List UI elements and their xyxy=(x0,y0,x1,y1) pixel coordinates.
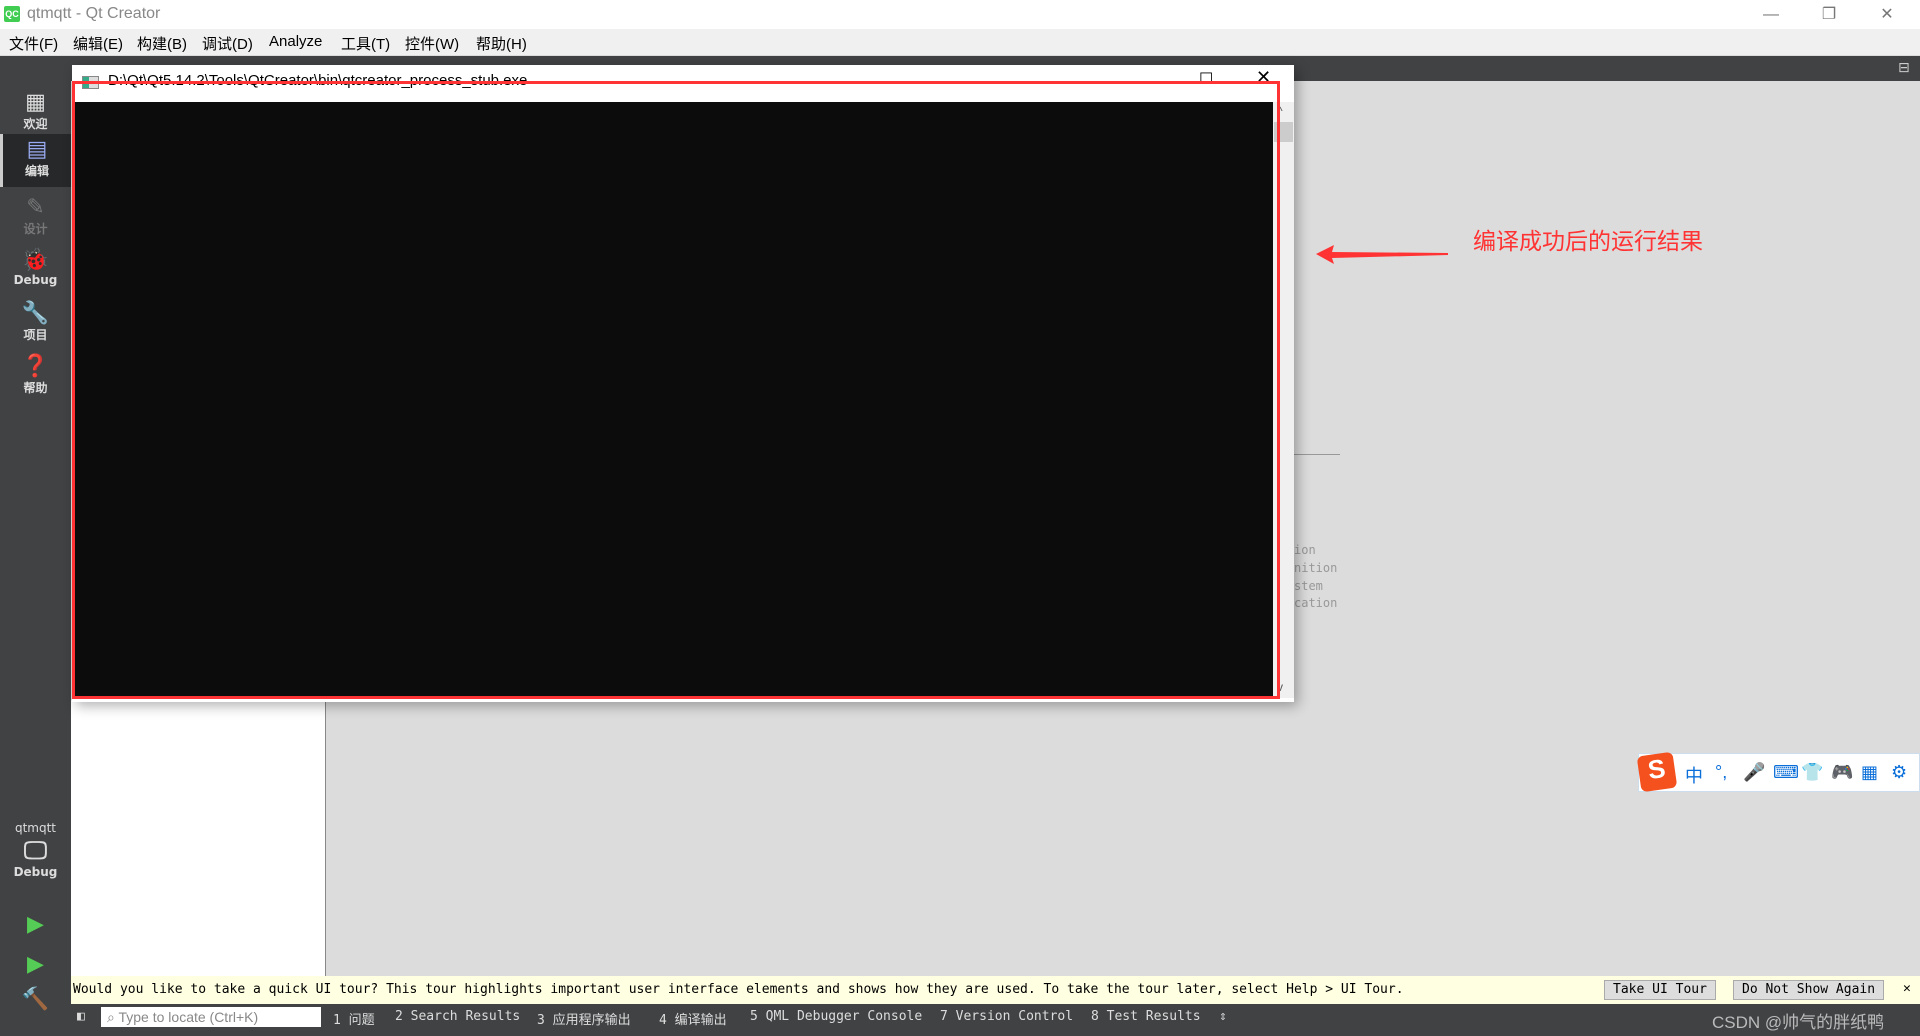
pane-version-control[interactable]: 7 Version Control xyxy=(940,1009,1073,1024)
tour-message: Would you like to take a quick UI tour? … xyxy=(73,982,1404,997)
project-panel xyxy=(71,700,326,976)
split-icon[interactable]: ⊟ xyxy=(1898,59,1910,76)
menu-help[interactable]: 帮助(H) xyxy=(476,33,527,54)
build-button[interactable]: 🔨 xyxy=(0,988,71,1012)
bug-icon: 🐞 xyxy=(21,248,50,273)
grid-icon: ▦ xyxy=(25,90,46,115)
sidebar-item-debug[interactable]: 🐞 Debug xyxy=(0,248,71,288)
menu-analyze[interactable]: Analyze xyxy=(269,33,322,50)
more-panes-icon[interactable]: ⇕ xyxy=(1219,1009,1227,1024)
sidebar-item-projects[interactable]: 🔧 项目 xyxy=(0,302,71,343)
debug-play-icon: ▶ xyxy=(27,952,44,977)
ime-toolbar: S 中 °, 🎤 ⌨ 👕 🎮 ▦ ⚙ xyxy=(1636,751,1920,793)
wrench-icon: 🔧 xyxy=(21,301,50,326)
status-bar: ◧ ⌕ Type to locate (Ctrl+K) 1 问题 2 Searc… xyxy=(71,1004,1920,1036)
pane-test-results[interactable]: 8 Test Results xyxy=(1091,1009,1201,1024)
game-icon[interactable]: 🎮 xyxy=(1831,762,1853,783)
title-bar: QC qtmqtt - Qt Creator — ❐ ✕ xyxy=(0,0,1920,29)
sidebar-item-welcome[interactable]: ▦ 欢迎 xyxy=(0,91,71,132)
sidebar-item-edit[interactable]: ▤ 编辑 xyxy=(0,134,71,187)
highlight-box xyxy=(72,81,1280,699)
settings-icon[interactable]: ⚙ xyxy=(1891,762,1907,783)
menu-build[interactable]: 构建(B) xyxy=(137,33,187,54)
apps-icon[interactable]: ▦ xyxy=(1861,762,1878,783)
background-text: stem xyxy=(1294,579,1323,593)
hammer-icon: 🔨 xyxy=(21,987,50,1012)
sidebar-label: 设计 xyxy=(23,222,48,236)
arrow-annotation xyxy=(1316,245,1448,264)
do-not-show-again-button[interactable]: Do Not Show Again xyxy=(1733,980,1885,1000)
sidebar-item-design[interactable]: ✎ 设计 xyxy=(0,196,71,237)
kit-mode: Debug xyxy=(13,865,58,879)
locate-placeholder: Type to locate (Ctrl+K) xyxy=(118,1009,259,1025)
pane-search-results[interactable]: 2 Search Results xyxy=(395,1009,520,1024)
kit-selector[interactable]: qtmqtt 🖵 Debug xyxy=(0,821,71,879)
ui-tour-bar: Would you like to take a quick UI tour? … xyxy=(71,976,1920,1004)
menu-bar: 文件(F) 编辑(E) 构建(B) 调试(D) Analyze 工具(T) 控件… xyxy=(0,29,1920,56)
annotation-text: 编译成功后的运行结果 xyxy=(1473,228,1703,254)
pencil-icon: ✎ xyxy=(26,195,45,220)
play-icon: ▶ xyxy=(27,912,44,937)
menu-debug[interactable]: 调试(D) xyxy=(202,33,253,54)
pane-application-output[interactable]: 3 应用程序输出 xyxy=(537,1009,631,1028)
monitor-icon: 🖵 xyxy=(23,836,48,864)
close-tour-button[interactable]: ✕ xyxy=(1903,981,1911,996)
window-title: qtmqtt - Qt Creator xyxy=(27,5,161,22)
background-text: cation xyxy=(1294,596,1338,610)
sidebar-item-help[interactable]: ❓ 帮助 xyxy=(0,355,71,396)
edit-document-icon: ▤ xyxy=(26,137,48,162)
microphone-icon[interactable]: 🎤 xyxy=(1743,762,1765,783)
toggle-sidebar-icon[interactable]: ◧ xyxy=(77,1009,85,1024)
pane-issues[interactable]: 1 问题 xyxy=(333,1009,375,1028)
close-button[interactable]: ✕ xyxy=(1858,0,1916,29)
take-ui-tour-button[interactable]: Take UI Tour xyxy=(1604,980,1716,1000)
mode-sidebar: ▦ 欢迎 ▤ 编辑 ✎ 设计 🐞 Debug 🔧 项目 ❓ 帮助 qtmqtt 🖵 Debu… xyxy=(0,81,71,1036)
menu-controls[interactable]: 控件(W) xyxy=(405,33,459,54)
background-text: nition xyxy=(1294,561,1338,575)
menu-tools[interactable]: 工具(T) xyxy=(341,33,390,54)
pane-qml-debugger-console[interactable]: 5 QML Debugger Console xyxy=(750,1009,922,1024)
restore-button[interactable]: ❐ xyxy=(1800,0,1858,29)
minimize-button[interactable]: — xyxy=(1742,0,1800,29)
sidebar-label: 项目 xyxy=(23,328,48,342)
sidebar-label: Debug xyxy=(13,273,58,287)
run-button[interactable]: ▶ xyxy=(0,913,71,937)
debug-run-button[interactable]: ▶ xyxy=(0,953,71,977)
help-icon: ❓ xyxy=(21,354,50,379)
sidebar-label: 帮助 xyxy=(23,381,48,395)
sidebar-label: 欢迎 xyxy=(23,117,48,131)
pane-compile-output[interactable]: 4 编译输出 xyxy=(659,1009,727,1028)
sogou-logo-icon[interactable]: S xyxy=(1636,751,1678,793)
divider xyxy=(1294,454,1340,455)
kit-project: qtmqtt xyxy=(14,821,57,835)
chinese-mode-icon[interactable]: 中 xyxy=(1685,762,1703,788)
keyboard-icon[interactable]: ⌨ xyxy=(1773,762,1799,783)
menu-file[interactable]: 文件(F) xyxy=(9,33,58,54)
qt-creator-logo-icon: QC xyxy=(4,6,20,22)
sidebar-label: 编辑 xyxy=(24,164,49,178)
menu-edit[interactable]: 编辑(E) xyxy=(73,33,123,54)
watermark: CSDN @帅气的胖纸鸭 xyxy=(1712,1013,1885,1032)
locate-input[interactable]: ⌕ Type to locate (Ctrl+K) xyxy=(101,1007,321,1027)
skin-icon[interactable]: 👕 xyxy=(1801,762,1823,783)
background-text: ion xyxy=(1294,543,1316,557)
punctuation-icon[interactable]: °, xyxy=(1715,762,1727,783)
arrow-shape xyxy=(1316,245,1448,264)
